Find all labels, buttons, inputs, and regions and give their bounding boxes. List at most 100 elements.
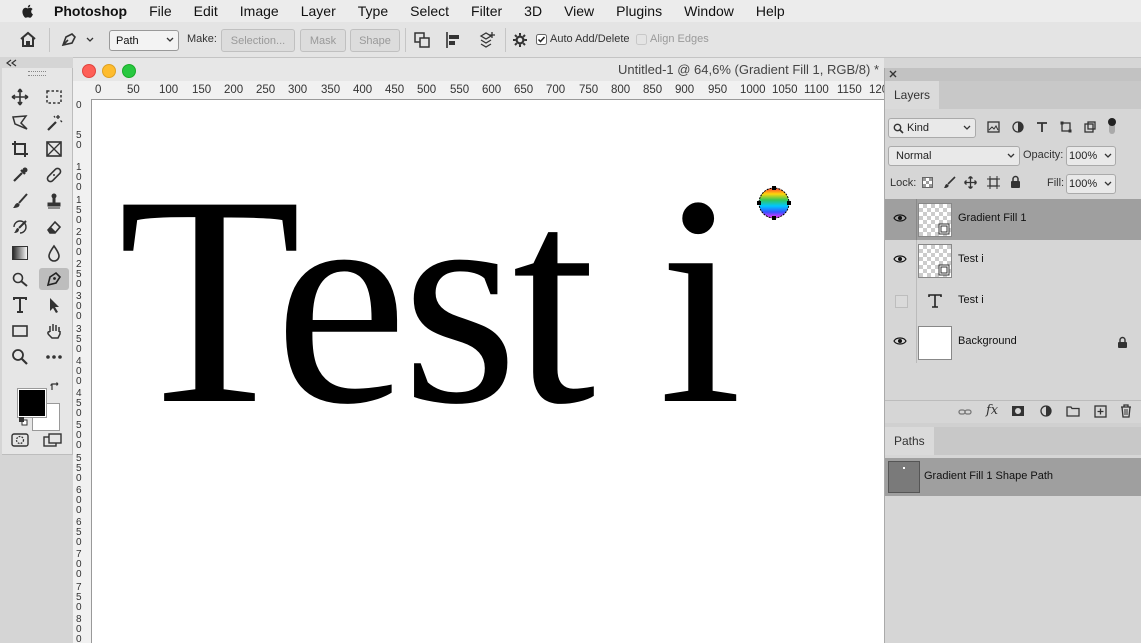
home-icon[interactable] <box>19 31 37 48</box>
hand-tool[interactable] <box>41 320 67 342</box>
filter-toggle-switch[interactable] <box>1106 116 1118 136</box>
path-selection-tool[interactable] <box>41 294 67 316</box>
eyedropper-tool[interactable] <box>7 164 33 186</box>
make-mask-button[interactable]: Mask <box>300 29 346 52</box>
ruler-origin[interactable] <box>73 81 92 100</box>
toolbar-grip[interactable] <box>28 71 46 76</box>
fill-field[interactable]: 100% <box>1066 174 1116 194</box>
panel-header[interactable] <box>885 68 1141 81</box>
magic-wand-tool[interactable] <box>41 112 67 134</box>
foreground-color-swatch[interactable] <box>17 388 47 418</box>
minimize-window-button[interactable] <box>102 64 116 78</box>
layer-row-test-i-type[interactable]: Test i <box>885 281 1141 323</box>
swap-colors-icon[interactable] <box>50 382 60 392</box>
pen-tool-preset-icon[interactable] <box>60 31 80 48</box>
brush-tool[interactable] <box>7 190 33 212</box>
clone-stamp-tool[interactable] <box>41 190 67 212</box>
edit-toolbar-button[interactable] <box>41 346 67 368</box>
menu-edit[interactable]: Edit <box>194 3 218 19</box>
gradient-fill-shape[interactable] <box>756 185 792 221</box>
type-tool[interactable] <box>7 294 33 316</box>
lock-all-icon[interactable] <box>1010 175 1021 189</box>
rectangle-tool[interactable] <box>7 320 33 342</box>
visibility-toggle-off[interactable] <box>895 295 908 308</box>
move-tool[interactable] <box>7 86 33 108</box>
path-row[interactable]: Gradient Fill 1 Shape Path <box>885 458 1141 496</box>
layer-style-icon[interactable]: fx <box>986 403 998 418</box>
path-alignment-icon[interactable] <box>445 31 463 49</box>
gear-icon[interactable] <box>512 32 528 48</box>
new-group-icon[interactable] <box>1066 405 1080 417</box>
add-mask-icon[interactable] <box>1011 405 1025 417</box>
marquee-tool[interactable] <box>41 86 67 108</box>
healing-brush-tool[interactable] <box>41 164 67 186</box>
make-selection-button[interactable]: Selection... <box>221 29 295 52</box>
new-adjustment-layer-icon[interactable] <box>1040 405 1053 418</box>
collapse-panel-icon[interactable] <box>5 59 17 67</box>
eye-icon[interactable] <box>893 335 907 347</box>
vertical-ruler[interactable]: 0 50 100 150 200 250 300 350 400 450 500… <box>73 99 92 643</box>
menu-plugins[interactable]: Plugins <box>616 3 662 19</box>
pen-tool[interactable] <box>39 268 69 290</box>
layer-filter-select[interactable]: Kind <box>888 118 976 138</box>
tab-layers[interactable]: Layers <box>885 81 940 109</box>
trash-icon[interactable] <box>1120 404 1132 418</box>
layer-row-gradient-fill-1[interactable]: Gradient Fill 1 <box>885 199 1141 241</box>
lock-image-pixels-icon[interactable] <box>943 176 956 189</box>
filter-type-icon[interactable] <box>1036 121 1048 133</box>
menu-view[interactable]: View <box>564 3 594 19</box>
menu-file[interactable]: File <box>149 3 172 19</box>
auto-add-delete-checkbox[interactable] <box>536 34 547 45</box>
menu-layer[interactable]: Layer <box>301 3 336 19</box>
app-menu[interactable]: Photoshop <box>54 3 127 19</box>
blend-mode-select[interactable]: Normal <box>888 146 1020 166</box>
default-colors-icon[interactable] <box>18 416 28 426</box>
menu-3d[interactable]: 3D <box>524 3 542 19</box>
path-arrangement-icon[interactable] <box>477 30 497 50</box>
crop-tool[interactable] <box>7 138 33 160</box>
gradient-tool[interactable] <box>7 242 33 264</box>
menu-help[interactable]: Help <box>756 3 785 19</box>
layer-row-test-i[interactable]: Test i <box>885 240 1141 282</box>
tool-mode-value: Path <box>116 34 139 47</box>
eye-icon[interactable] <box>893 212 907 224</box>
zoom-window-button[interactable] <box>122 64 136 78</box>
filter-smart-object-icon[interactable] <box>1084 121 1096 133</box>
menu-window[interactable]: Window <box>684 3 734 19</box>
lock-transparent-pixels-icon[interactable] <box>922 177 933 188</box>
tab-paths[interactable]: Paths <box>885 427 934 455</box>
close-window-button[interactable] <box>82 64 96 78</box>
lasso-tool[interactable] <box>7 112 33 134</box>
menu-type[interactable]: Type <box>358 3 388 19</box>
menu-select[interactable]: Select <box>410 3 449 19</box>
make-shape-button[interactable]: Shape <box>350 29 400 52</box>
path-operations-icon[interactable] <box>413 31 431 49</box>
menu-filter[interactable]: Filter <box>471 3 502 19</box>
blur-tool[interactable] <box>41 242 67 264</box>
screen-mode-icon[interactable] <box>43 433 63 447</box>
horizontal-ruler[interactable]: 0 50 100 150 200 250 300 350 400 450 500… <box>91 81 884 100</box>
link-layers-icon[interactable] <box>958 407 972 417</box>
filter-adjustment-icon[interactable] <box>1012 121 1024 133</box>
lock-position-icon[interactable] <box>964 176 977 189</box>
lock-artboard-icon[interactable] <box>987 176 1000 189</box>
filter-pixel-icon[interactable] <box>987 121 1000 133</box>
apple-icon[interactable] <box>20 3 36 19</box>
close-panel-icon[interactable] <box>889 70 897 78</box>
zoom-tool[interactable] <box>7 346 33 368</box>
history-brush-tool[interactable] <box>7 216 33 238</box>
eye-icon[interactable] <box>893 253 907 265</box>
quick-mask-icon[interactable] <box>11 433 29 447</box>
layer-row-background[interactable]: Background <box>885 322 1141 364</box>
opacity-field[interactable]: 100% <box>1066 146 1116 166</box>
new-layer-icon[interactable] <box>1094 405 1107 418</box>
canvas-text-layer[interactable]: Test i <box>118 150 742 450</box>
filter-shape-icon[interactable] <box>1060 121 1072 133</box>
chevron-down-icon[interactable] <box>86 37 94 43</box>
dodge-tool[interactable] <box>7 268 33 290</box>
frame-tool[interactable] <box>41 138 67 160</box>
eraser-tool[interactable] <box>41 216 67 238</box>
align-edges-checkbox[interactable] <box>636 34 647 45</box>
menu-image[interactable]: Image <box>240 3 279 19</box>
tool-mode-select[interactable]: Path <box>109 30 179 51</box>
